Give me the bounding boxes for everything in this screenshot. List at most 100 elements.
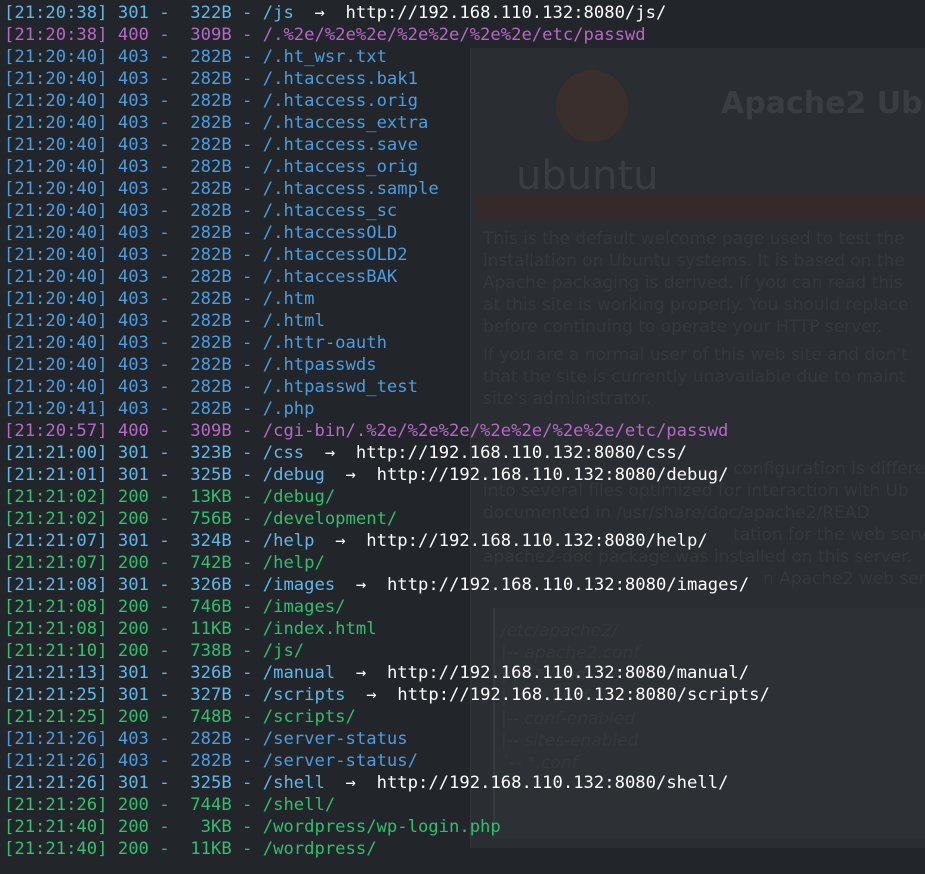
log-response-size: 282B — [190, 223, 232, 243]
log-separator: - — [231, 597, 263, 617]
log-line: [21:21:25] 200 - 748B - /scripts/ — [4, 706, 925, 728]
redirect-url: http://192.168.110.132:8080/images/ — [386, 575, 750, 595]
log-status-code: 403 — [117, 399, 149, 419]
log-status-code: 403 — [117, 377, 149, 397]
log-separator: - — [148, 91, 180, 111]
log-status-code: 403 — [117, 751, 149, 771]
log-path: /server-status — [262, 729, 408, 749]
log-line: [21:20:40] 403 - 282B - /.html — [4, 310, 925, 332]
log-response-size: 327B — [190, 685, 232, 705]
log-response-size: 282B — [190, 47, 232, 67]
log-path: /help/ — [262, 553, 325, 573]
log-path: /.ht_wsr.txt — [262, 47, 387, 67]
log-timestamp: [21:21:02] — [4, 487, 108, 507]
redirect-arrow-icon: → — [304, 443, 356, 463]
log-separator: - — [148, 817, 180, 837]
log-path: /.htaccess.orig — [262, 91, 418, 111]
log-line: [21:20:40] 403 - 282B - /.htpasswd_test — [4, 376, 925, 398]
log-response-size: 282B — [190, 377, 232, 397]
log-line: [21:21:26] 403 - 282B - /server-status/ — [4, 750, 925, 772]
log-size-padding — [180, 575, 190, 595]
log-response-size: 282B — [190, 311, 232, 331]
log-separator: - — [148, 795, 180, 815]
log-timestamp: [21:21:07] — [4, 531, 108, 551]
log-path: /js — [262, 3, 294, 23]
log-timestamp: [21:21:08] — [4, 575, 108, 595]
log-path: /.htaccessOLD2 — [262, 245, 408, 265]
log-status-code: 403 — [117, 245, 149, 265]
log-separator: - — [148, 751, 180, 771]
log-path: /shell — [262, 773, 325, 793]
log-response-size: 282B — [190, 179, 232, 199]
log-response-size: 309B — [190, 421, 232, 441]
log-timestamp: [21:21:26] — [4, 795, 108, 815]
log-line: [21:20:38] 301 - 322B - /js → http://192… — [4, 2, 925, 24]
log-size-padding — [180, 289, 190, 309]
log-separator: - — [148, 531, 180, 551]
log-separator: - — [231, 751, 263, 771]
log-separator: - — [231, 707, 263, 727]
log-separator: - — [148, 421, 180, 441]
terminal-output[interactable]: [21:20:38] 301 - 322B - /js → http://192… — [4, 2, 925, 872]
log-status-code: 301 — [117, 465, 149, 485]
log-separator: - — [148, 597, 180, 617]
log-timestamp: [21:21:26] — [4, 773, 108, 793]
log-path: /js/ — [262, 641, 305, 661]
log-response-size: 282B — [190, 751, 232, 771]
log-path: /.htaccess_sc — [262, 201, 398, 221]
log-separator: - — [231, 575, 263, 595]
log-timestamp: [21:20:40] — [4, 223, 108, 243]
log-timestamp: [21:20:40] — [4, 157, 108, 177]
log-separator: - — [148, 267, 180, 287]
log-timestamp: [21:20:40] — [4, 91, 108, 111]
log-response-size: 744B — [190, 795, 232, 815]
log-path: /manual — [262, 663, 336, 683]
log-timestamp: [21:20:40] — [4, 267, 108, 287]
log-separator: - — [148, 663, 180, 683]
log-timestamp: [21:21:00] — [4, 443, 108, 463]
log-timestamp: [21:21:13] — [4, 663, 108, 683]
log-path: /images — [262, 575, 336, 595]
log-separator: - — [148, 619, 180, 639]
log-separator: - — [148, 245, 180, 265]
log-status-code: 403 — [117, 113, 149, 133]
log-separator: - — [231, 289, 263, 309]
log-size-padding — [180, 553, 190, 573]
log-separator: - — [231, 69, 263, 89]
log-timestamp: [21:20:40] — [4, 333, 108, 353]
redirect-url: http://192.168.110.132:8080/js/ — [345, 3, 667, 23]
log-separator: - — [231, 509, 263, 529]
log-timestamp: [21:20:38] — [4, 25, 108, 45]
redirect-url: http://192.168.110.132:8080/help/ — [366, 531, 708, 551]
log-timestamp: [21:21:26] — [4, 729, 108, 749]
log-response-size: 738B — [190, 641, 232, 661]
log-size-padding — [180, 751, 190, 771]
log-response-size: 326B — [190, 663, 232, 683]
log-size-padding — [180, 487, 190, 507]
log-separator: - — [148, 3, 180, 23]
log-response-size: 742B — [190, 553, 232, 573]
log-size-padding — [180, 685, 190, 705]
log-status-code: 200 — [117, 509, 149, 529]
log-response-size: 11KB — [190, 839, 232, 859]
log-path: /.php — [262, 399, 315, 419]
log-separator: - — [231, 795, 263, 815]
redirect-url: http://192.168.110.132:8080/debug/ — [376, 465, 729, 485]
log-response-size: 309B — [190, 25, 232, 45]
log-path: /wordpress/ — [262, 839, 377, 859]
log-response-size: 325B — [190, 465, 232, 485]
log-separator: - — [231, 839, 263, 859]
log-size-padding — [180, 421, 190, 441]
log-separator: - — [231, 267, 263, 287]
log-status-code: 403 — [117, 69, 149, 89]
redirect-url: http://192.168.110.132:8080/scripts/ — [397, 685, 770, 705]
log-size-padding — [180, 157, 190, 177]
log-response-size: 282B — [190, 355, 232, 375]
log-size-padding — [180, 113, 190, 133]
log-status-code: 301 — [117, 575, 149, 595]
log-status-code: 403 — [117, 91, 149, 111]
log-line: [21:21:07] 301 - 324B - /help → http://1… — [4, 530, 925, 552]
log-line: [21:21:40] 200 - 11KB - /wordpress/ — [4, 838, 925, 860]
log-separator: - — [231, 355, 263, 375]
log-size-padding — [180, 355, 190, 375]
